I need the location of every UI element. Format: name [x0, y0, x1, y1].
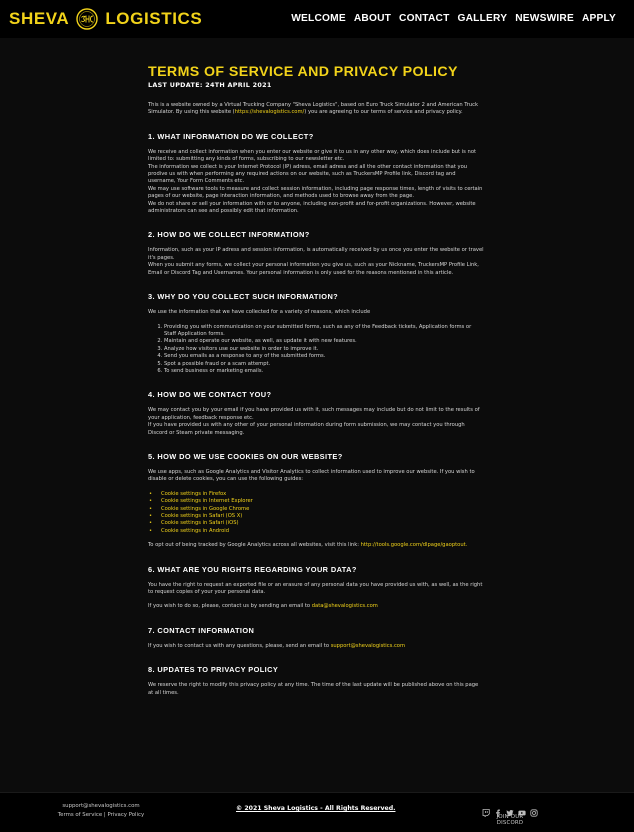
reasons-list: Providing you with communication on your…: [156, 324, 484, 376]
section-7-contact: If you wish to contact us with any quest…: [148, 643, 484, 650]
cookie-link-firefox[interactable]: Cookie settings in Firefox: [148, 491, 484, 499]
section-1-paragraph: The information we collect is your Inter…: [148, 163, 468, 185]
support-email-link[interactable]: support@shevalogistics.com: [331, 643, 405, 649]
cookie-link-android[interactable]: Cookie settings in Android: [148, 528, 484, 536]
list-item: Send you emails as a response to any of …: [164, 353, 484, 360]
logo-word-right: LOGISTICS: [105, 9, 203, 28]
section-5-heading: 5. HOW DO WE USE COOKIES ON OUR WEBSITE?: [148, 451, 343, 461]
nav-gallery[interactable]: GALLERY: [458, 12, 508, 25]
section-8-paragraph: We reserve the right to modify this priv…: [148, 682, 479, 696]
section-5-paragraph: We use apps, such as Google Analytics an…: [148, 468, 475, 483]
join-discord-link[interactable]: JOIN OUR DISCORD: [484, 814, 536, 826]
last-update: LAST UPDATE: 24TH APRIL 2021: [148, 81, 272, 89]
footer-contact: support@shevalogistics.com Terms of Serv…: [55, 802, 147, 820]
optout-paragraph: To opt out of being tracked by Google An…: [148, 542, 484, 549]
list-item: Analyze how visitors use our website in …: [164, 346, 484, 353]
list-item: Spot a possible fraud or a scam attempt.: [164, 361, 484, 368]
site-logo[interactable]: SHEVA LOGISTICS: [9, 7, 202, 31]
section-8-heading: 8. UPDATES TO PRIVACY POLICY: [148, 665, 279, 675]
cookie-link-chrome[interactable]: Cookie settings in Google Chrome: [148, 506, 484, 514]
section-2-heading: 2. HOW DO WE COLLECT INFORMATION?: [148, 230, 310, 240]
twitch-icon[interactable]: [482, 802, 490, 818]
footer-legal-links: Terms of Service | Privacy Policy: [55, 811, 147, 820]
section-3-heading: 3. WHY DO YOU COLLECT SUCH INFORMATION?: [148, 292, 339, 302]
facebook-icon[interactable]: [494, 802, 502, 817]
section-1-paragraph: We may use software tools to measure and…: [148, 185, 483, 200]
privacy-link[interactable]: Privacy Policy: [107, 812, 144, 818]
list-item: Providing you with communication on your…: [164, 324, 484, 339]
nav-about[interactable]: ABOUT: [354, 12, 391, 25]
main-nav: WELCOME ABOUT CONTACT GALLERY NEWSWIRE A…: [291, 12, 616, 25]
footer-social: JOIN OUR DISCORD: [482, 802, 538, 826]
contact-text: If you wish to contact us with any quest…: [148, 642, 330, 649]
twitter-icon[interactable]: [506, 802, 514, 817]
intro-text-after: ) you are agreeing to our terms of servi…: [304, 109, 463, 116]
optout-link[interactable]: http://tools.google.com/dlpage/gaoptout.: [361, 542, 468, 548]
section-1-paragraph: We do not share or sell your information…: [148, 200, 476, 215]
section-2-paragraph: Information, such as your IP adress and …: [148, 247, 484, 261]
section-6-heading: 6. WHAT ARE YOU RIGHTS REGARDING YOUR DA…: [148, 564, 357, 574]
section-3-paragraph: We use the information that we have coll…: [148, 309, 371, 316]
cookie-link-safari-osx[interactable]: Cookie settings in Safari (OS X): [148, 513, 484, 521]
cookie-link-safari-ios[interactable]: Cookie settings in Safari (iOS): [148, 520, 484, 528]
footer-separator: |: [103, 812, 106, 818]
youtube-icon[interactable]: [518, 802, 526, 816]
footer-email[interactable]: support@shevalogistics.com: [55, 802, 147, 811]
contact-text: If you wish to do so, please, contact us…: [148, 603, 311, 610]
nav-newswire[interactable]: NEWSWIRE: [515, 12, 574, 25]
logo-word-left: SHEVA: [9, 9, 70, 28]
site-header: SHEVA LOGISTICS WELCOME ABOUT CONTACT GA…: [0, 0, 634, 38]
page-title: TERMS OF SERVICE AND PRIVACY POLICY: [148, 64, 458, 80]
logo-badge-icon: [72, 8, 102, 30]
optout-text: To opt out of being tracked by Google An…: [148, 542, 359, 549]
site-footer: support@shevalogistics.com Terms of Serv…: [0, 792, 634, 832]
section-2-paragraph: When you submit any forms, we collect yo…: [148, 262, 479, 276]
intro-paragraph: This is a website owned by a Virtual Tru…: [148, 102, 484, 117]
list-item: Maintain and operate our website, as wel…: [164, 338, 484, 345]
section-6-paragraph: You have the right to request an exporte…: [148, 581, 483, 596]
section-6-contact: If you wish to do so, please, contact us…: [148, 603, 484, 610]
section-4-paragraph: We may contact you by your email if you …: [148, 407, 480, 421]
cookie-link-internet-explorer[interactable]: Cookie settings in Internet Explorer: [148, 498, 484, 506]
data-email-link[interactable]: data@shevalogistics.com: [312, 603, 378, 609]
section-4-paragraph: If you have provided us with any other o…: [148, 422, 465, 436]
social-icons: [482, 802, 538, 818]
nav-contact[interactable]: CONTACT: [399, 12, 449, 25]
copyright: © 2021 Sheva Logistics - All Rights Rese…: [236, 805, 396, 812]
terms-link[interactable]: Terms of Service: [58, 812, 102, 818]
policy-content: TERMS OF SERVICE AND PRIVACY POLICY LAST…: [148, 64, 484, 697]
section-1-paragraph: We receive and collect information when …: [148, 148, 477, 163]
section-4-heading: 4. HOW DO WE CONTACT YOU?: [148, 390, 272, 400]
nav-apply[interactable]: APPLY: [582, 12, 616, 25]
section-7-heading: 7. CONTACT INFORMATION: [148, 625, 255, 635]
list-item: To send business or marketing emails.: [164, 368, 484, 375]
section-1-heading: 1. WHAT INFORMATION DO WE COLLECT?: [148, 131, 314, 141]
site-link[interactable]: https://shevalogistics.com/: [235, 109, 305, 115]
cookie-guides-list: Cookie settings in Firefox Cookie settin…: [148, 491, 484, 536]
nav-welcome[interactable]: WELCOME: [291, 12, 346, 25]
instagram-icon[interactable]: [530, 802, 538, 817]
